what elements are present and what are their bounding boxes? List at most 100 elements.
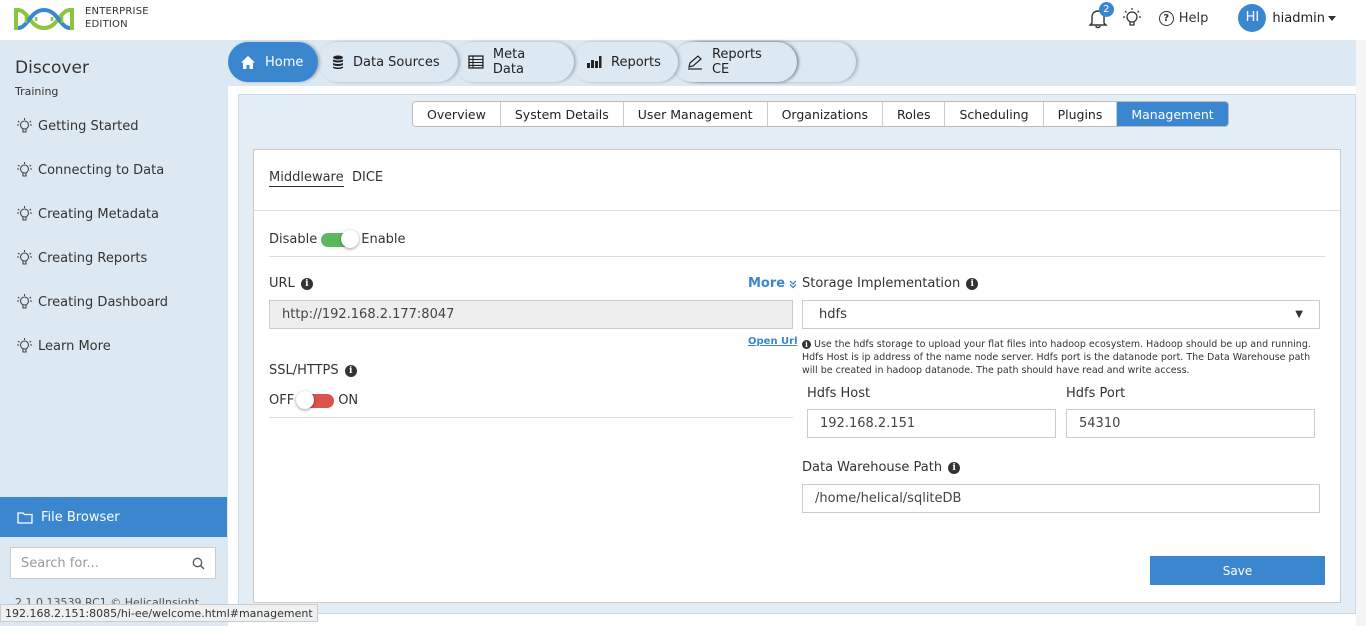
divider (269, 417, 793, 418)
edition-line2: EDITION (85, 19, 128, 30)
ssl-on-label: ON (338, 393, 359, 408)
sidebar-item-label: Learn More (38, 338, 111, 354)
ssl-toggle[interactable] (296, 390, 335, 409)
home-icon (241, 55, 255, 69)
lightbulb-icon[interactable] (1122, 7, 1141, 29)
question-icon: ? (1158, 10, 1174, 26)
file-browser-label: File Browser (41, 509, 120, 525)
edition-line1: ENTERPRISE (85, 6, 149, 17)
info-icon: i (802, 340, 811, 349)
sidebar-item-creating-dashboard[interactable]: Creating Dashboard (17, 292, 168, 312)
tab-plugins[interactable]: Plugins (1043, 102, 1118, 126)
sidebar: Discover Training Getting Started Connec… (0, 40, 228, 626)
nav-tab-label: Reports CE (711, 47, 762, 77)
enable-toggle[interactable] (321, 229, 360, 248)
header-actions: 2 ? Help HI hiadmin (1087, 2, 1336, 32)
lightbulb-icon (17, 294, 32, 309)
lightbulb-icon (17, 338, 32, 353)
tab-home[interactable]: Home (228, 42, 318, 82)
info-icon[interactable]: i (948, 461, 961, 474)
sidebar-item-label: Creating Reports (38, 250, 148, 266)
tab-management[interactable]: Management (1117, 102, 1228, 126)
sidebar-item-label: Creating Dashboard (38, 294, 168, 310)
hdfs-host-label: Hdfs Host (807, 386, 871, 401)
info-icon[interactable]: i (344, 364, 357, 377)
storage-help-text-content: Use the hdfs storage to upload your flat… (802, 339, 1311, 376)
hdfs-host-input[interactable]: 192.168.2.151 (807, 409, 1056, 438)
folder-icon (17, 511, 33, 524)
toggle-knob (341, 229, 360, 248)
user-menu[interactable]: hiadmin (1272, 11, 1336, 26)
table-icon (468, 55, 484, 69)
search-icon[interactable] (192, 557, 205, 570)
sidebar-subtitle: Training (15, 85, 59, 98)
tab-user-management[interactable]: User Management (623, 102, 768, 126)
sidebar-title: Discover (15, 58, 89, 78)
tab-meta-data[interactable]: Meta Data (454, 42, 574, 82)
sidebar-item-label: Getting Started (38, 118, 139, 134)
tab-organizations[interactable]: Organizations (767, 102, 884, 126)
hdfs-port-input[interactable]: 54310 (1066, 409, 1315, 438)
lightbulb-icon (17, 250, 32, 265)
tab-reports[interactable]: Reports (572, 42, 678, 82)
avatar[interactable]: HI (1238, 4, 1267, 32)
tab-dice[interactable]: DICE (352, 170, 383, 185)
sidebar-item-learn-more[interactable]: Learn More (17, 336, 111, 356)
storage-help-text: i Use the hdfs storage to upload your fla… (802, 338, 1322, 377)
ssl-label: SSL/HTTPS i (269, 363, 357, 378)
storage-selected-value: hdfs (819, 307, 847, 322)
info-icon[interactable]: i (300, 277, 313, 290)
dw-path-label: Data Warehouse Path i (802, 460, 961, 475)
admin-subtabs: Overview System Details User Management … (412, 101, 1229, 127)
ssl-label-text: SSL/HTTPS (269, 363, 339, 378)
sidebar-item-getting-started[interactable]: Getting Started (17, 116, 139, 136)
toggle-knob (296, 390, 315, 409)
user-name: hiadmin (1272, 10, 1325, 26)
hdfs-port-label: Hdfs Port (1066, 386, 1126, 401)
nav-tab-label: Reports (611, 54, 661, 70)
management-card: Middleware DICE Disable Enable URL i Mor… (253, 149, 1341, 603)
tab-data-sources[interactable]: Data Sources (318, 42, 458, 82)
open-url-link[interactable]: Open Url (748, 336, 798, 347)
nav-tab-label: Data Sources (353, 54, 440, 70)
lightbulb-icon (17, 162, 32, 177)
url-input[interactable]: http://192.168.2.177:8047 (269, 300, 793, 329)
tab-roles[interactable]: Roles (883, 102, 946, 126)
tab-overview[interactable]: Overview (413, 102, 501, 126)
file-search-box (10, 547, 216, 579)
helical-logo-icon[interactable] (14, 4, 74, 34)
pencil-icon (687, 54, 702, 70)
notification-badge: 2 (1098, 2, 1114, 17)
url-label-text: URL (269, 276, 295, 291)
tab-scheduling[interactable]: Scheduling (945, 102, 1044, 126)
tab-reports-ce[interactable]: Reports CE (673, 42, 797, 82)
nav-tab-label: Meta Data (492, 47, 526, 77)
more-link[interactable]: More (748, 276, 798, 291)
lightbulb-icon (17, 206, 32, 221)
save-button[interactable]: Save (1150, 556, 1325, 585)
ssl-off-label: OFF (269, 393, 295, 408)
dw-path-label-text: Data Warehouse Path (802, 460, 943, 475)
disable-label: Disable (269, 232, 318, 247)
enable-toggle-row: Disable Enable (269, 229, 406, 248)
bar-chart-icon (587, 56, 602, 68)
file-browser-button[interactable]: File Browser (0, 497, 227, 537)
dw-path-input[interactable]: /home/helical/sqliteDB (802, 484, 1320, 513)
notification-button[interactable]: 2 (1087, 2, 1114, 29)
help-button[interactable]: ? Help (1158, 10, 1208, 26)
storage-select[interactable]: hdfs ▼ (802, 300, 1320, 329)
management-card-header: Middleware DICE (254, 150, 1340, 211)
file-search-input[interactable] (21, 555, 192, 571)
sidebar-item-creating-reports[interactable]: Creating Reports (17, 248, 147, 268)
sidebar-item-label: Creating Metadata (38, 206, 159, 222)
url-label: URL i (269, 276, 313, 291)
sidebar-item-connecting-to-data[interactable]: Connecting to Data (17, 160, 164, 180)
tab-middleware[interactable]: Middleware (269, 170, 344, 187)
page-scrollbar[interactable] (1356, 40, 1366, 626)
sidebar-item-creating-metadata[interactable]: Creating Metadata (17, 204, 159, 224)
enable-label: Enable (361, 232, 406, 247)
tab-system-details[interactable]: System Details (500, 102, 624, 126)
status-bar-url: 192.168.2.151:8085/hi-ee/welcome.html#ma… (0, 604, 318, 622)
info-icon[interactable]: i (966, 277, 979, 290)
chevron-double-down-icon (789, 280, 797, 288)
